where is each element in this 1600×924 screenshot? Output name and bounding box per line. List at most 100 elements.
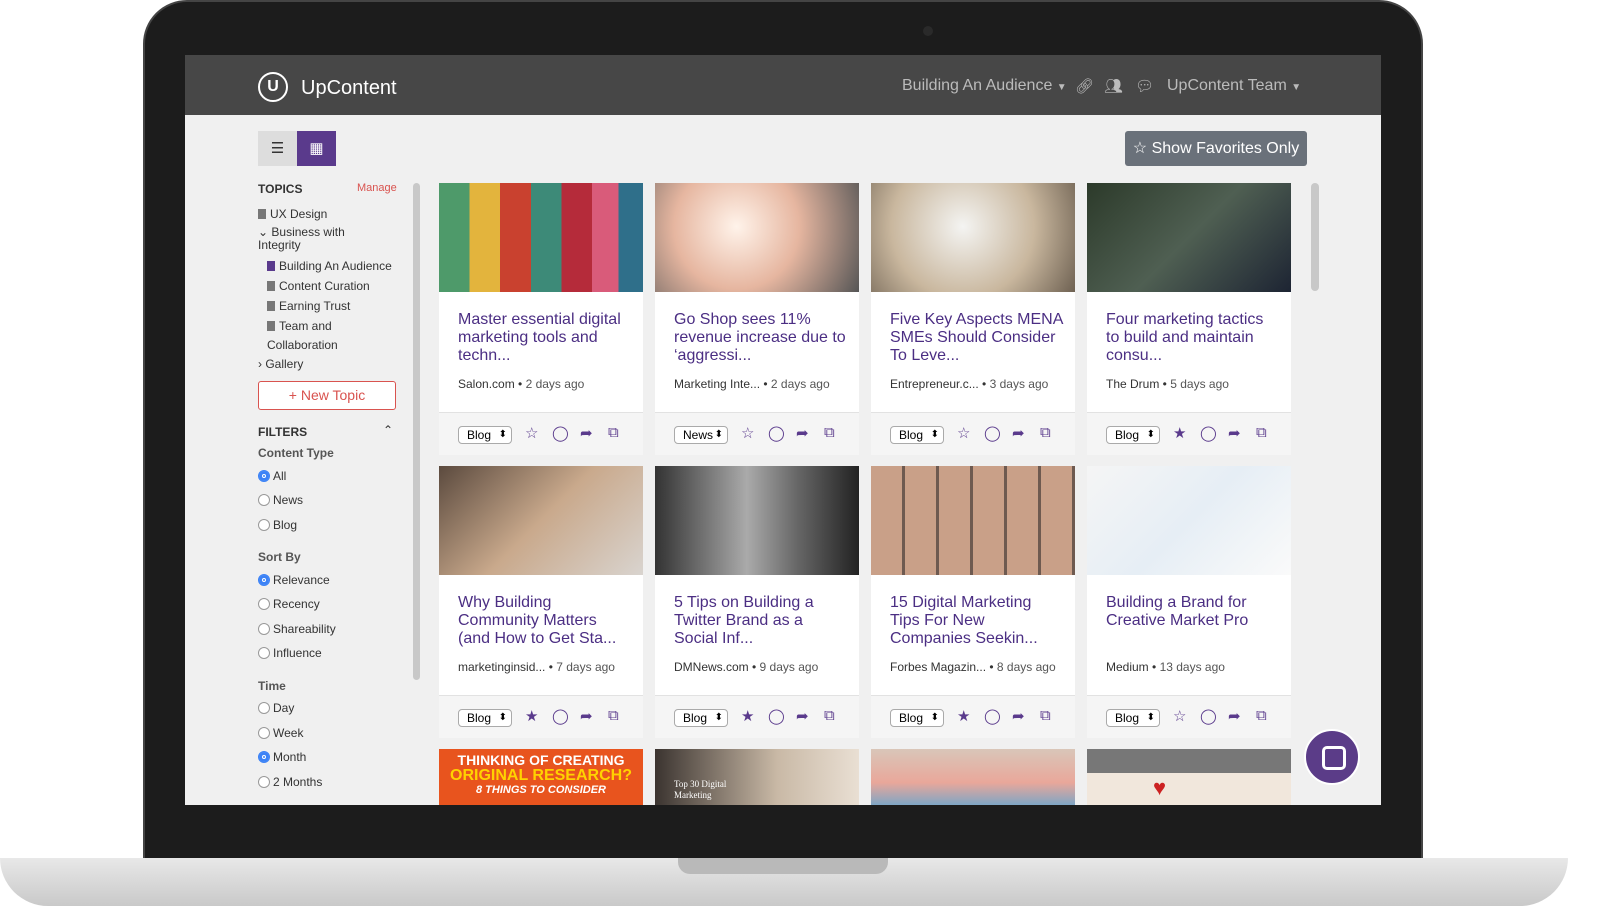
article-card[interactable]: 15 Digital Marketing Tips For New Compan… [871, 466, 1075, 738]
external-link-icon[interactable]: ⧉ [1256, 707, 1267, 724]
radio-button[interactable] [258, 727, 270, 739]
comment-icon[interactable]: ◯ [768, 707, 785, 725]
share-icon[interactable]: ➦ [1228, 707, 1241, 725]
radio-button[interactable] [258, 470, 270, 482]
topic-team-and-collaboration[interactable]: Team and [267, 319, 332, 333]
grid-view-button[interactable]: ▦ [297, 131, 336, 166]
external-link-icon[interactable]: ⧉ [608, 707, 619, 724]
team-dropdown[interactable]: UpContent Team ▼ [1167, 77, 1301, 95]
external-link-icon[interactable]: ⧉ [1256, 424, 1267, 441]
topic-gallery[interactable]: › Gallery [258, 357, 303, 371]
radio-button[interactable] [258, 574, 270, 586]
article-title[interactable]: 5 Tips on Building a Twitter Brand as a … [674, 594, 849, 648]
external-link-icon[interactable]: ⧉ [1040, 707, 1051, 724]
article-card[interactable]: Why Building Community Matters (and How … [439, 466, 643, 738]
share-icon[interactable]: ➦ [796, 424, 809, 442]
article-card[interactable]: Master essential digital marketing tools… [439, 183, 643, 455]
article-title[interactable]: Five Key Aspects MENA SMEs Should Consid… [890, 311, 1065, 365]
article-card-partial[interactable]: ♥ [1087, 749, 1291, 805]
radio-all[interactable]: All [258, 469, 286, 483]
content-type-select[interactable]: Blog [890, 426, 944, 444]
article-card[interactable]: Five Key Aspects MENA SMEs Should Consid… [871, 183, 1075, 455]
topic-ux-design[interactable]: UX Design [258, 207, 327, 221]
radio-shareability[interactable]: Shareability [258, 622, 336, 636]
radio-day[interactable]: Day [258, 701, 294, 715]
brand-name[interactable]: UpContent [301, 77, 397, 100]
star-filled-icon[interactable]: ★ [525, 707, 538, 725]
collapse-filters-icon[interactable]: ⌃ [383, 423, 393, 437]
radio-button[interactable] [258, 647, 270, 659]
article-thumbnail[interactable] [1087, 466, 1291, 575]
article-title[interactable]: 15 Digital Marketing Tips For New Compan… [890, 594, 1065, 648]
article-card[interactable]: 5 Tips on Building a Twitter Brand as a … [655, 466, 859, 738]
comment-icon[interactable]: ◯ [1200, 424, 1217, 442]
star-outline-icon[interactable]: ☆ [525, 424, 538, 442]
topic-earning-trust[interactable]: Earning Trust [267, 299, 350, 313]
article-card-partial[interactable]: THINKING OF CREATING ORIGINAL RESEARCH? … [439, 749, 643, 805]
share-icon[interactable]: ➦ [796, 707, 809, 725]
radio-2-months[interactable]: 2 Months [258, 775, 322, 789]
content-type-select[interactable]: Blog [458, 709, 512, 727]
share-icon[interactable]: ➦ [1228, 424, 1241, 442]
comment-icon[interactable]: ◯ [552, 424, 569, 442]
comment-icon[interactable]: ◯ [1200, 707, 1217, 725]
radio-button[interactable] [258, 598, 270, 610]
content-type-select[interactable]: Blog [674, 709, 728, 727]
comment-icon[interactable]: ◯ [984, 707, 1001, 725]
star-filled-icon[interactable]: ★ [741, 707, 754, 725]
radio-influence[interactable]: Influence [258, 646, 322, 660]
star-outline-icon[interactable]: ☆ [741, 424, 754, 442]
chat-launcher-button[interactable] [1304, 729, 1360, 785]
radio-relevance[interactable]: Relevance [258, 573, 330, 587]
radio-month[interactable]: Month [258, 750, 306, 764]
topic-business-with-integrity[interactable]: ⌄ Business with Integrity [258, 226, 368, 252]
radio-button[interactable] [258, 751, 270, 763]
external-link-icon[interactable]: ⧉ [1040, 424, 1051, 441]
radio-button[interactable] [258, 776, 270, 788]
comment-icon[interactable]: ◯ [552, 707, 569, 725]
radio-button[interactable] [258, 623, 270, 635]
article-card[interactable]: Go Shop sees 11% revenue increase due to… [655, 183, 859, 455]
star-outline-icon[interactable]: ☆ [1173, 707, 1186, 725]
content-type-select[interactable]: Blog [458, 426, 512, 444]
comment-icon[interactable]: ◯ [984, 424, 1001, 442]
article-thumbnail[interactable] [655, 183, 859, 292]
article-card[interactable]: Building a Brand for Creative Market Pro… [1087, 466, 1291, 738]
share-icon[interactable]: ➦ [580, 424, 593, 442]
star-filled-icon[interactable]: ★ [957, 707, 970, 725]
radio-week[interactable]: Week [258, 726, 303, 740]
article-card-partial[interactable]: Top 30 Digital Marketing [655, 749, 859, 805]
article-title[interactable]: Master essential digital marketing tools… [458, 311, 633, 365]
article-title[interactable]: Four marketing tactics to build and main… [1106, 311, 1281, 365]
content-scrollbar[interactable] [1311, 183, 1319, 291]
radio-button[interactable] [258, 494, 270, 506]
article-card-partial[interactable] [871, 749, 1075, 805]
manage-topics-link[interactable]: Manage [357, 182, 397, 194]
article-thumbnail[interactable] [439, 466, 643, 575]
article-thumbnail[interactable] [871, 183, 1075, 292]
users-icon[interactable]: 👥︎ [1104, 77, 1123, 95]
content-type-select[interactable]: Blog [890, 709, 944, 727]
content-type-select[interactable]: Blog [1106, 426, 1160, 444]
new-topic-button[interactable]: + New Topic [258, 381, 396, 410]
external-link-icon[interactable]: ⧉ [608, 424, 619, 441]
show-favorites-button[interactable]: ☆ Show Favorites Only [1125, 131, 1307, 166]
article-thumbnail[interactable] [871, 466, 1075, 575]
article-card[interactable]: Four marketing tactics to build and main… [1087, 183, 1291, 455]
radio-recency[interactable]: Recency [258, 597, 320, 611]
topic-dropdown[interactable]: Building An Audience ▼ [902, 77, 1067, 95]
topic-label-continued[interactable]: Collaboration [267, 338, 338, 352]
radio-button[interactable] [258, 519, 270, 531]
star-filled-icon[interactable]: ★ [1173, 424, 1186, 442]
share-icon[interactable]: ➦ [1012, 707, 1025, 725]
share-icon[interactable]: ➦ [1012, 424, 1025, 442]
list-view-button[interactable]: ☰ [258, 131, 297, 166]
content-type-select[interactable]: Blog [1106, 709, 1160, 727]
external-link-icon[interactable]: ⧉ [824, 707, 835, 724]
article-title[interactable]: Why Building Community Matters (and How … [458, 594, 633, 648]
star-outline-icon[interactable]: ☆ [957, 424, 970, 442]
external-link-icon[interactable]: ⧉ [824, 424, 835, 441]
topic-content-curation[interactable]: Content Curation [267, 279, 370, 293]
radio-news[interactable]: News [258, 493, 303, 507]
link-icon[interactable]: 🔗︎ [1075, 77, 1094, 95]
